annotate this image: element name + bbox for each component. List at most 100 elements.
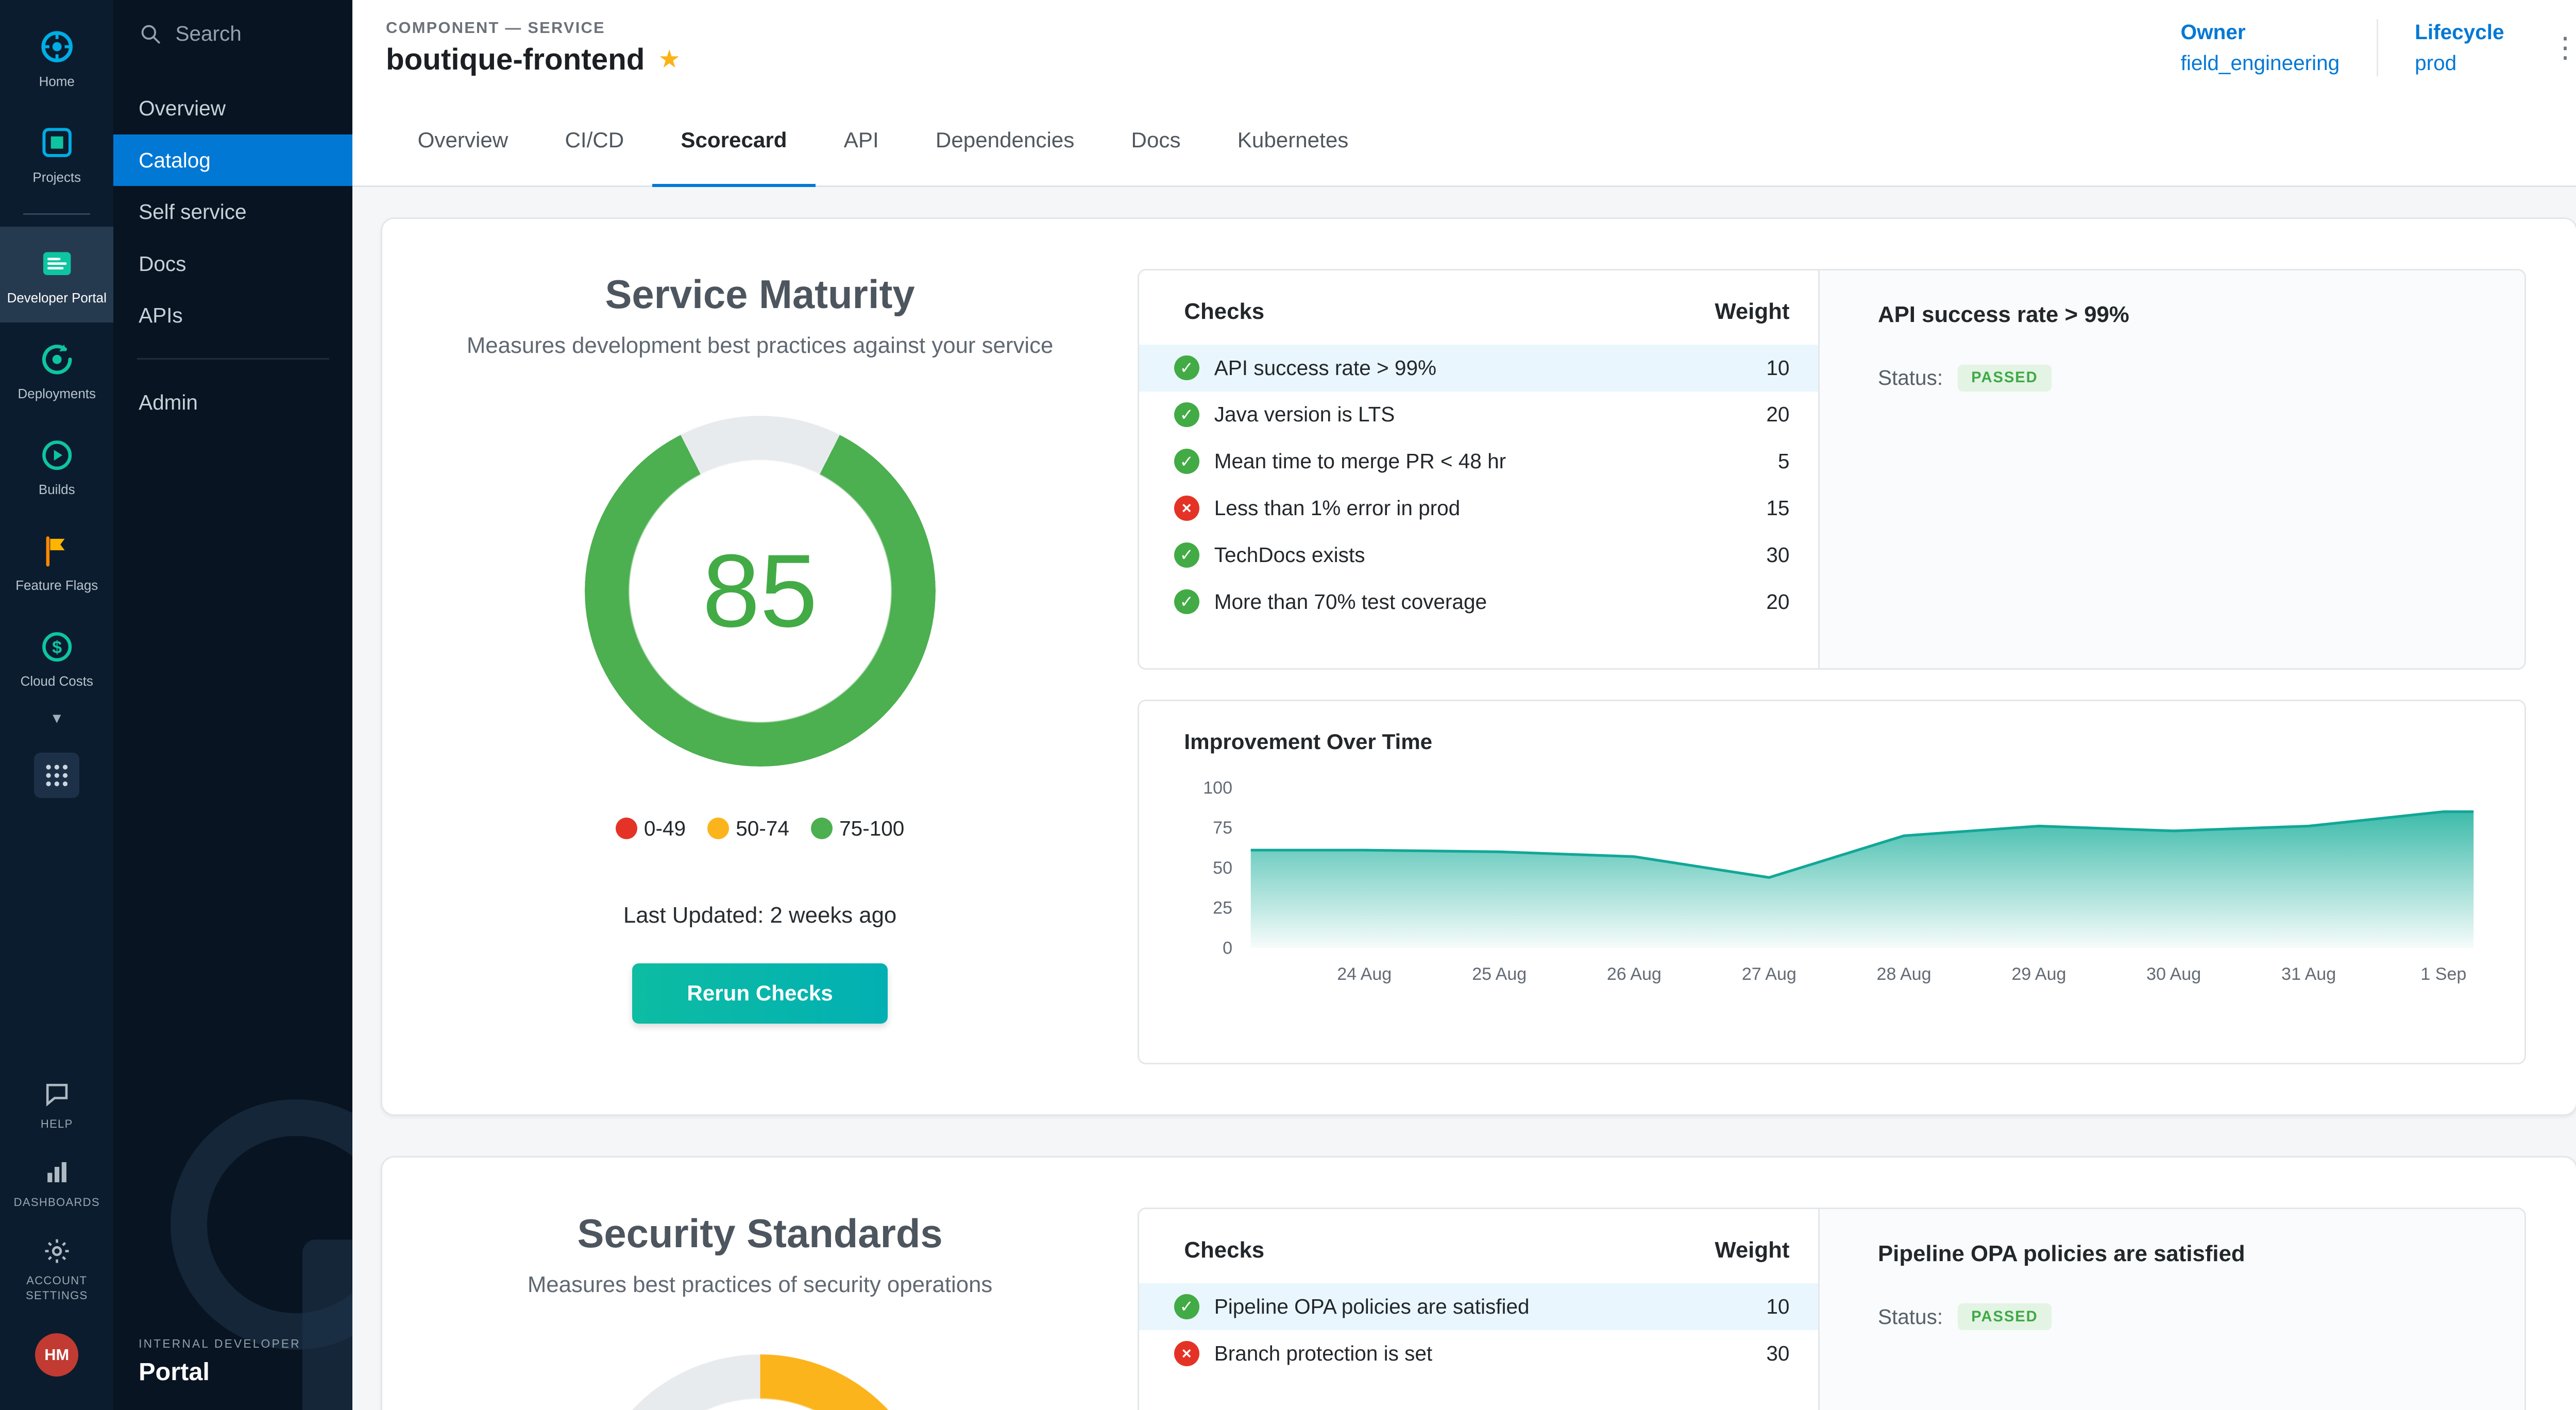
module-nav-bottom: HELP DASHBOARDS ACCOUNT SETTINGS HM <box>0 1067 113 1410</box>
harness-logo-icon <box>39 28 75 65</box>
check-detail-title: Pipeline OPA policies are satisfied <box>1878 1241 2484 1267</box>
nav-module-builds[interactable]: Builds <box>0 418 113 514</box>
check-row-mean-time-to-merge-pr-48-hr[interactable]: ✓Mean time to merge PR < 48 hr5 <box>1139 438 1818 485</box>
status-label: Status: <box>1878 366 1943 390</box>
search-label: Search <box>175 22 241 46</box>
owner-value[interactable]: field_engineering <box>2181 51 2340 75</box>
checks-header: Checks <box>1184 299 1264 325</box>
check-row-api-success-rate-99[interactable]: ✓API success rate > 99%10 <box>1139 345 1818 392</box>
nav-module-label: Deployments <box>18 386 96 403</box>
improvement-chart-svg: 025507510024 Aug25 Aug26 Aug27 Aug28 Aug… <box>1184 768 2479 1031</box>
check-detail-status: Status: PASSED <box>1878 365 2484 392</box>
svg-text:0: 0 <box>1223 939 1233 958</box>
nav-module-deployments[interactable]: Deployments <box>0 322 113 418</box>
favorite-star-icon[interactable]: ★ <box>658 45 681 74</box>
sidebar-search[interactable]: Search <box>113 0 352 59</box>
lifecycle-value[interactable]: prod <box>2415 51 2504 75</box>
legend-label: 0-49 <box>644 817 686 841</box>
user-avatar[interactable]: HM <box>35 1333 78 1377</box>
sidebar-item-docs[interactable]: Docs <box>113 238 352 290</box>
check-weight: 20 <box>1766 402 1789 427</box>
x-circle-icon: × <box>1174 1341 1199 1366</box>
nav-module-home[interactable]: Home <box>0 10 113 106</box>
tab-ci-cd[interactable]: CI/CD <box>536 95 652 185</box>
feature-flags-icon <box>39 533 75 569</box>
last-updated: Last Updated: 2 weeks ago <box>623 903 896 928</box>
kebab-menu-icon[interactable]: ⋮ <box>2541 27 2576 69</box>
tab-dependencies[interactable]: Dependencies <box>907 95 1103 185</box>
decorative-circle <box>171 1099 352 1350</box>
svg-text:27 Aug: 27 Aug <box>1742 964 1797 984</box>
dashboards-icon <box>43 1159 71 1187</box>
check-row-more-than-70-test-coverage[interactable]: ✓ More than 70% test coverage 20 <box>1139 579 1818 625</box>
svg-text:25: 25 <box>1213 898 1233 918</box>
check-label: More than 70% test coverage <box>1214 590 1487 614</box>
check-row-branch-protection-is-set[interactable]: ×Branch protection is set30 <box>1139 1330 1818 1377</box>
check-weight: 20 <box>1766 590 1789 614</box>
checks-panel: Checks Weight ✓API success rate > 99%10✓… <box>1139 270 1818 668</box>
sidebar-footer: INTERNAL DEVELOPER Portal <box>113 1337 352 1409</box>
check-weight: 10 <box>1766 1295 1789 1319</box>
nav-bottom-account-settings[interactable]: ACCOUNT SETTINGS <box>0 1224 113 1317</box>
legend-label: 50-74 <box>736 817 789 841</box>
nav-bottom-label: DASHBOARDS <box>14 1195 100 1210</box>
score-gauge: 85 <box>585 416 936 767</box>
nav-bottom-help[interactable]: HELP <box>0 1067 113 1145</box>
sidebar-item-admin[interactable]: Admin <box>113 377 352 429</box>
sidebar: Search OverviewCatalogSelf serviceDocsAP… <box>113 0 352 1410</box>
nav-module-label: Builds <box>39 482 75 499</box>
tabbar: OverviewCI/CDScorecardAPIDependenciesDoc… <box>352 95 2576 187</box>
tab-docs[interactable]: Docs <box>1103 95 1209 185</box>
nav-divider <box>23 213 90 215</box>
tab-scorecard[interactable]: Scorecard <box>652 95 815 185</box>
sidebar-item-apis[interactable]: APIs <box>113 290 352 342</box>
breadcrumb: COMPONENT — SERVICE <box>386 19 681 37</box>
sidebar-item-catalog[interactable]: Catalog <box>113 134 352 186</box>
owner-meta: Owner field_engineering <box>2181 20 2340 75</box>
app-root: Home Projects Developer Portal Deployments B… <box>0 0 2576 1410</box>
nav-module-label: Feature Flags <box>15 577 98 595</box>
tab-overview[interactable]: Overview <box>389 95 536 185</box>
check-circle-icon: ✓ <box>1174 402 1199 428</box>
check-row-pipeline-opa-policies-are-satisfied[interactable]: ✓Pipeline OPA policies are satisfied10 <box>1139 1283 1818 1330</box>
svg-text:1 Sep: 1 Sep <box>2421 964 2467 984</box>
check-row-less-than-1-error-in-prod[interactable]: ×Less than 1% error in prod15 <box>1139 485 1818 532</box>
checks-list: ✓Pipeline OPA policies are satisfied10×B… <box>1139 1283 1818 1377</box>
tab-kubernetes[interactable]: Kubernetes <box>1209 95 1377 185</box>
check-detail-title: API success rate > 99% <box>1878 302 2484 328</box>
chart-title: Improvement Over Time <box>1184 729 2479 754</box>
settings-gear-icon <box>43 1237 71 1265</box>
check-weight: 15 <box>1766 496 1789 520</box>
nav-module-developer-portal[interactable]: Developer Portal <box>0 227 113 322</box>
side-nav-list: OverviewCatalogSelf serviceDocsAPIs Admin <box>113 82 352 428</box>
module-grid-button[interactable] <box>34 753 79 798</box>
checks-header-row: Checks Weight <box>1139 270 1818 345</box>
nav-bottom-dashboards[interactable]: DASHBOARDS <box>0 1145 113 1224</box>
owner-label[interactable]: Owner <box>2181 20 2340 44</box>
check-row-techdocs-exists[interactable]: ✓TechDocs exists30 <box>1139 532 1818 579</box>
nav-module-cloud-costs[interactable]: $Cloud Costs <box>0 610 113 706</box>
chevron-down-icon[interactable]: ▾ <box>53 709 61 726</box>
developer-portal-icon <box>39 245 75 282</box>
nav-module-label: Home <box>39 74 75 91</box>
module-nav: Home Projects Developer Portal Deployments B… <box>0 0 113 1410</box>
sidebar-item-overview[interactable]: Overview <box>113 82 352 134</box>
check-detail-status: Status: PASSED <box>1878 1303 2484 1330</box>
scorecard-details: Checks Weight ✓API success rate > 99%10✓… <box>1138 219 2576 1114</box>
check-circle-icon: ✓ <box>1174 589 1199 615</box>
nav-module-label: Developer Portal <box>7 290 107 308</box>
rerun-checks-button[interactable]: Rerun Checks <box>632 963 888 1024</box>
check-row-java-version-is-lts[interactable]: ✓ Java version is LTS 20 <box>1139 392 1818 438</box>
nav-module-feature-flags[interactable]: Feature Flags <box>0 514 113 610</box>
sidebar-footer-eyebrow: INTERNAL DEVELOPER <box>139 1337 327 1351</box>
svg-text:75: 75 <box>1213 818 1233 838</box>
lifecycle-label[interactable]: Lifecycle <box>2415 20 2504 44</box>
sidebar-divider <box>137 358 329 360</box>
scorecard-subtitle: Measures development best practices agai… <box>467 333 1053 359</box>
legend-dot-icon <box>616 818 637 839</box>
nav-module-projects[interactable]: Projects <box>0 106 113 202</box>
header-meta: Owner field_engineering Lifecycle prod ⋮ <box>2181 19 2576 76</box>
sidebar-item-self-service[interactable]: Self service <box>113 186 352 238</box>
tab-api[interactable]: API <box>816 95 907 185</box>
check-label: Java version is LTS <box>1214 402 1395 427</box>
